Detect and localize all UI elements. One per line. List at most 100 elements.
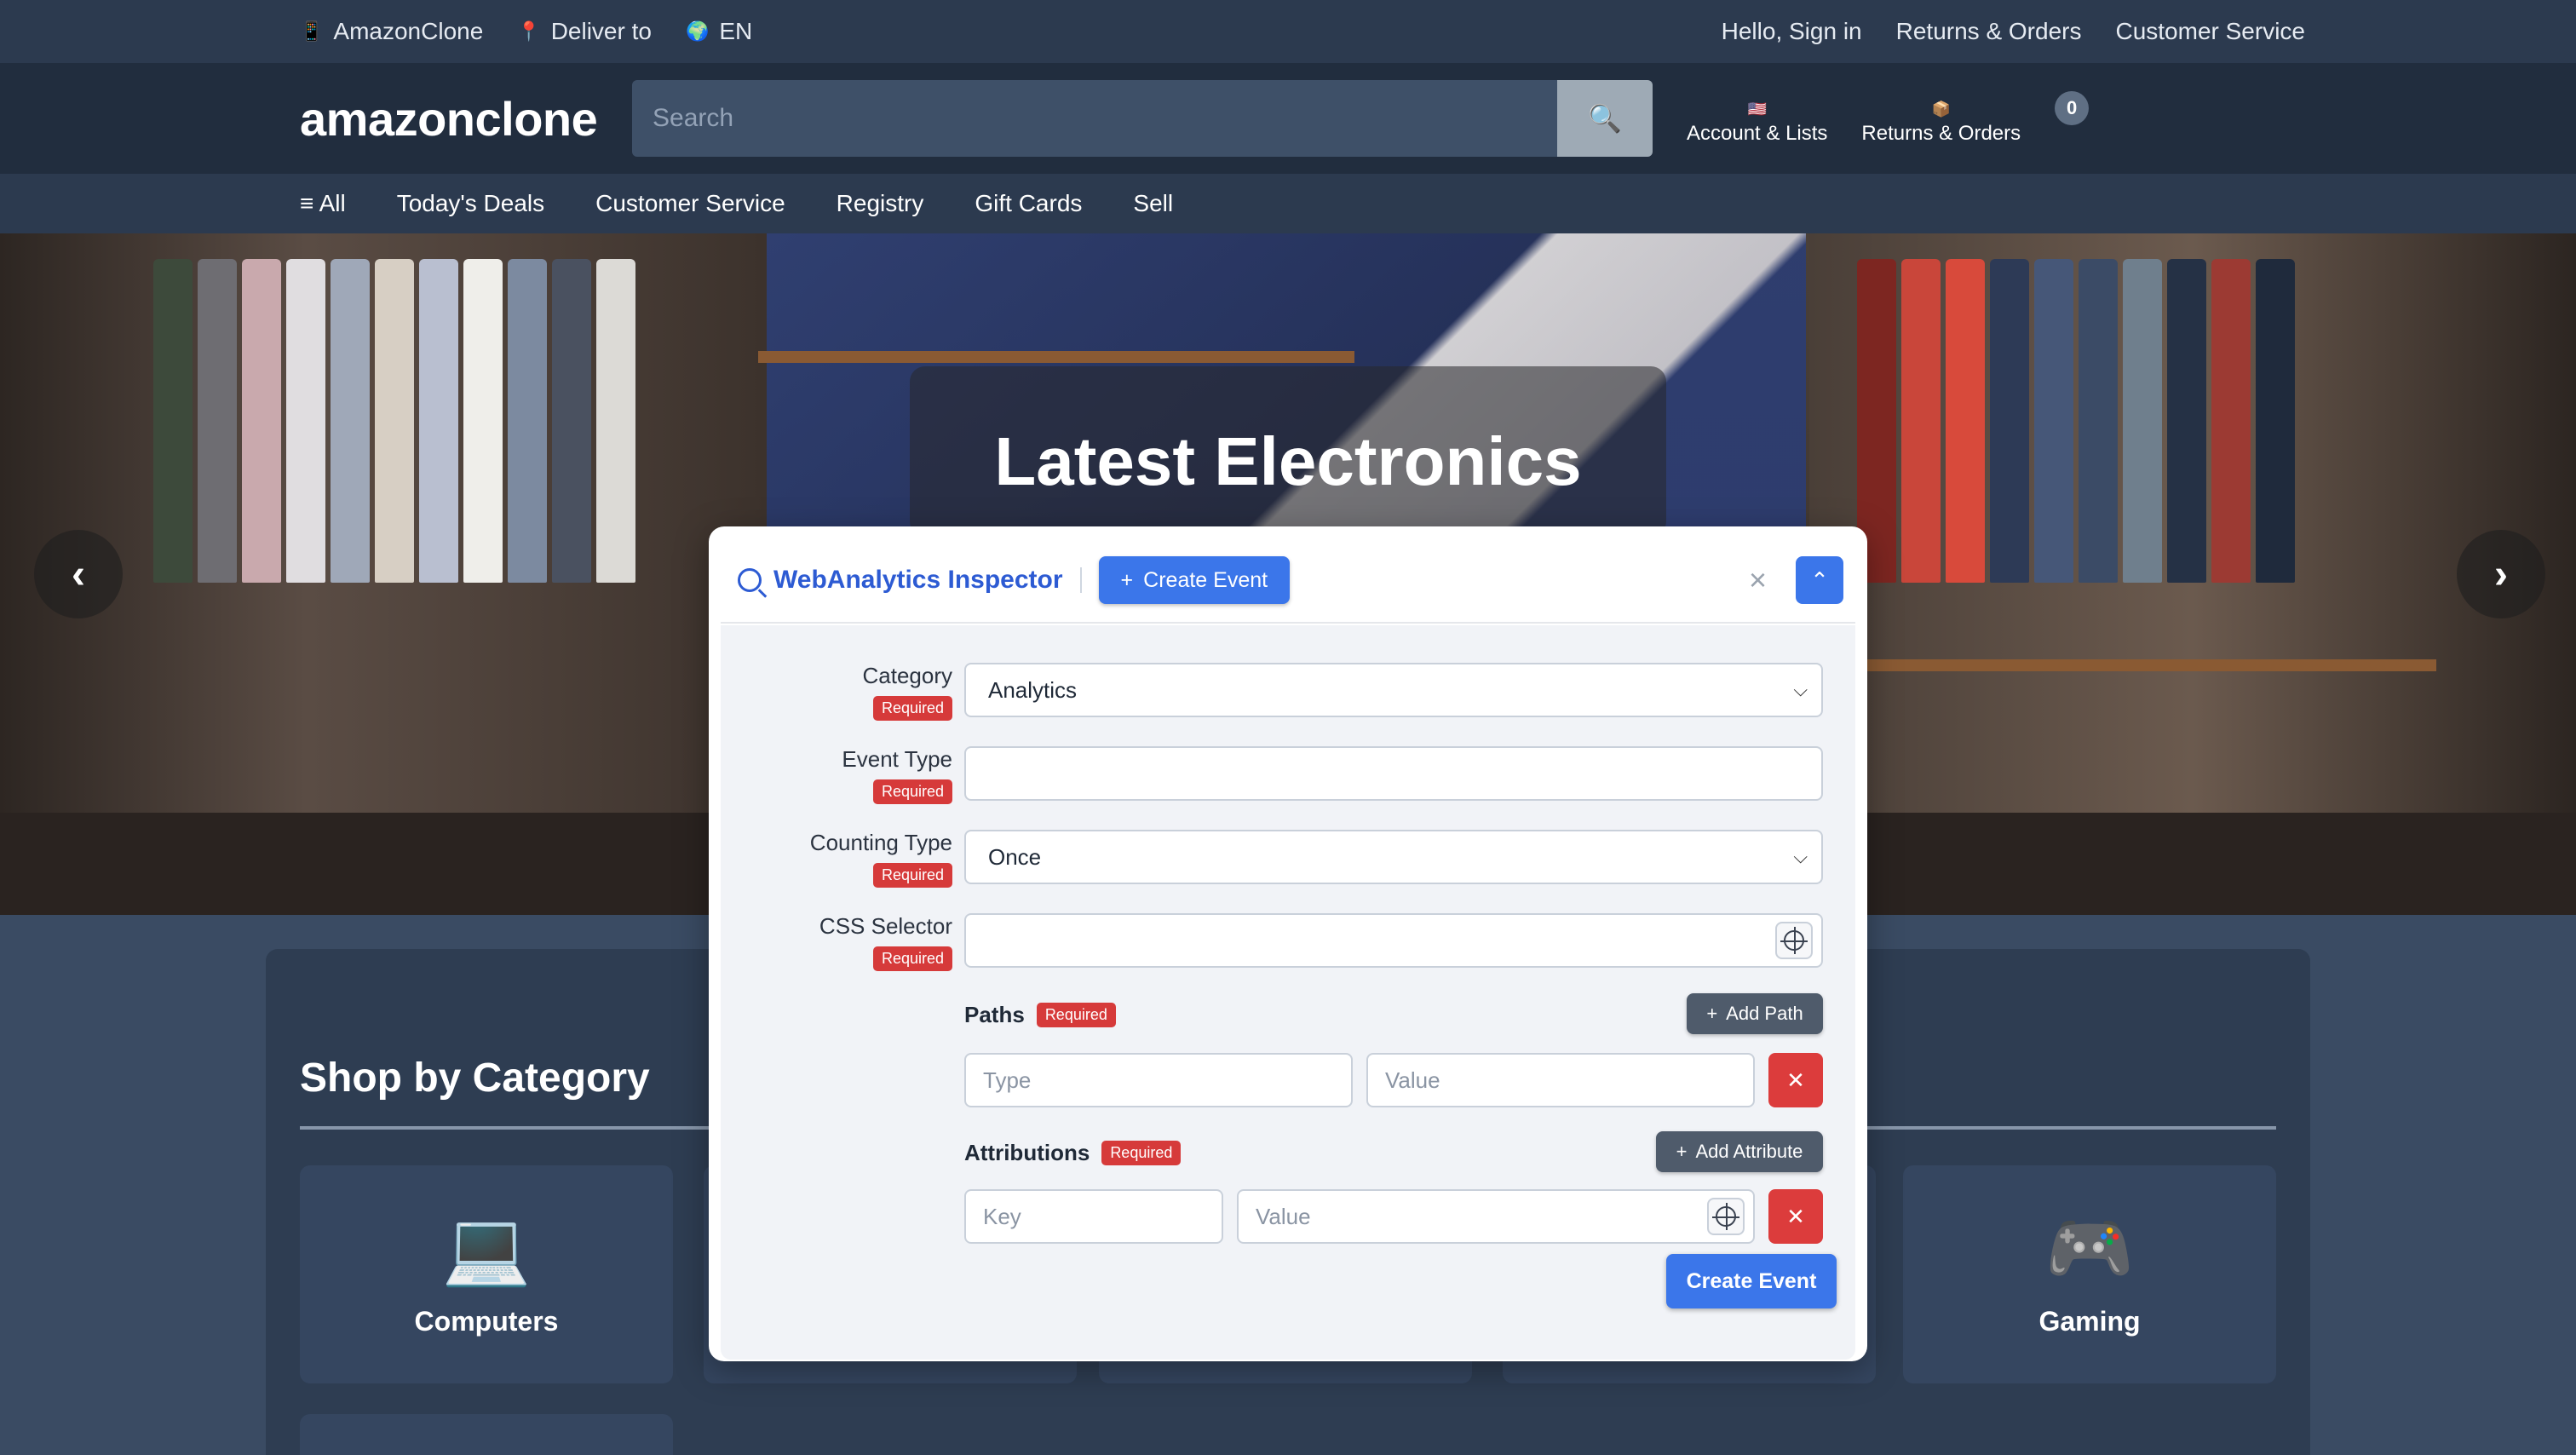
attribute-key-input[interactable]: Key — [964, 1189, 1223, 1244]
required-badge: Required — [1101, 1141, 1182, 1165]
crosshair-icon — [1780, 927, 1808, 954]
returns-orders-link[interactable]: Returns & Orders — [1896, 18, 2082, 45]
close-icon: ✕ — [1786, 1067, 1805, 1093]
header-create-event-button[interactable]: + Create Event — [1098, 556, 1291, 604]
remove-path-button[interactable]: ✕ — [1768, 1053, 1823, 1107]
hero-clothes-rack-right — [1857, 259, 2295, 583]
site-logo[interactable]: amazonclone — [300, 91, 632, 147]
cart-count-badge[interactable]: 0 — [2055, 91, 2090, 125]
nav-registry[interactable]: Registry — [837, 190, 924, 217]
attributions-section-title: Attributions Required — [964, 1140, 1182, 1166]
plus-icon: + — [1706, 1003, 1718, 1024]
nav-bar: ≡ All Today's Deals Customer Service Reg… — [0, 174, 2576, 233]
deliver-to-link[interactable]: 📍 Deliver to — [517, 18, 652, 45]
language-selector[interactable]: 🌍 EN — [686, 18, 752, 45]
nav-all-label: All — [319, 190, 346, 216]
search-bar: 🔍 — [632, 80, 1653, 157]
inspector-form: Category Required Analytics ⌵ Event Type… — [721, 625, 1855, 1360]
element-picker-button[interactable] — [1707, 1198, 1745, 1235]
category-field-label: Category — [862, 663, 953, 688]
account-lists-link[interactable]: 🇺🇸 Account & Lists — [1687, 101, 1827, 146]
counting-type-value: Once — [988, 843, 1042, 870]
crosshair-icon — [1712, 1203, 1739, 1230]
counting-type-label-group: Counting Type Required — [810, 830, 952, 888]
hero-shelf-top — [758, 351, 1354, 363]
search-input[interactable] — [632, 80, 1557, 157]
hero-shelf-right — [1789, 659, 2436, 671]
globe-icon: 🌍 — [685, 20, 710, 42]
site-brand-label: AmazonClone — [333, 18, 484, 44]
customer-service-link[interactable]: Customer Service — [2115, 18, 2305, 45]
create-event-submit-button[interactable]: Create Event — [1666, 1254, 1837, 1308]
add-path-label: Add Path — [1726, 1003, 1803, 1024]
category-card-gaming[interactable]: 🎮 Gaming — [1903, 1165, 2276, 1383]
category-label: Computers — [414, 1305, 559, 1337]
pin-icon: 📍 — [517, 20, 541, 42]
close-icon: ✕ — [1786, 1203, 1805, 1229]
counting-type-field-label: Counting Type — [809, 830, 952, 855]
category-select[interactable]: Analytics ⌵ — [964, 663, 1823, 717]
laptop-icon: 💻 — [441, 1207, 532, 1288]
carousel-prev-button[interactable]: ‹ — [34, 530, 123, 618]
add-attribute-label: Add Attribute — [1695, 1141, 1803, 1162]
chevron-down-icon: ⌵ — [1793, 846, 1808, 867]
main-header: amazonclone 🔍 🇺🇸 Account & Lists 📦 Retur… — [0, 63, 2576, 174]
inspector-brand: WebAnalytics Inspector — [738, 566, 1063, 595]
event-type-input[interactable] — [964, 746, 1823, 801]
event-type-label-group: Event Type Required — [842, 746, 952, 804]
attribute-value-input[interactable]: Value — [1237, 1189, 1755, 1244]
top-utility-left: 📱 AmazonClone 📍 Deliver to 🌍 EN — [300, 18, 752, 45]
category-heading: Shop by Category — [300, 1055, 650, 1101]
site-brand-link[interactable]: 📱 AmazonClone — [300, 18, 483, 45]
plus-icon: + — [1120, 567, 1134, 592]
add-path-button[interactable]: + Add Path — [1687, 993, 1823, 1034]
close-icon[interactable]: × — [1749, 565, 1767, 595]
nav-sell[interactable]: Sell — [1133, 190, 1173, 217]
top-utility-bar: 📱 AmazonClone 📍 Deliver to 🌍 EN Hello, S… — [0, 0, 2576, 63]
element-picker-button[interactable] — [1775, 922, 1813, 959]
required-badge: Required — [872, 696, 952, 721]
required-badge: Required — [1036, 1003, 1116, 1027]
hero-title: Latest Electronics — [994, 423, 1582, 499]
header-returns-link[interactable]: 📦 Returns & Orders — [1861, 101, 2021, 146]
plus-icon: + — [1676, 1141, 1688, 1162]
category-card[interactable] — [300, 1414, 673, 1455]
remove-attribute-button[interactable]: ✕ — [1768, 1189, 1823, 1244]
add-attribute-button[interactable]: + Add Attribute — [1656, 1131, 1823, 1172]
sign-in-link[interactable]: Hello, Sign in — [1722, 18, 1862, 45]
top-utility-right: Hello, Sign in Returns & Orders Customer… — [1722, 18, 2305, 45]
category-label-group: Category Required — [862, 663, 953, 721]
account-lists-label: Account & Lists — [1687, 122, 1828, 145]
counting-type-select[interactable]: Once ⌵ — [964, 830, 1823, 884]
create-event-label: Create Event — [1143, 567, 1268, 592]
css-selector-label-group: CSS Selector Required — [819, 913, 952, 971]
category-value: Analytics — [988, 676, 1078, 703]
inspector-title: WebAnalytics Inspector — [773, 566, 1063, 594]
css-selector-field-label: CSS Selector — [819, 913, 952, 939]
gamepad-icon: 🎮 — [2044, 1207, 2135, 1288]
carousel-next-button[interactable]: › — [2457, 530, 2545, 618]
event-type-field-label: Event Type — [842, 746, 952, 772]
collapse-button[interactable]: ⌃ — [1796, 556, 1843, 604]
path-type-input[interactable]: Type — [964, 1053, 1353, 1107]
nav-all[interactable]: ≡ All — [300, 190, 346, 217]
nav-todays-deals[interactable]: Today's Deals — [397, 190, 544, 217]
deliver-to-label: Deliver to — [550, 18, 652, 44]
phone-icon: 📱 — [300, 20, 324, 42]
language-label: EN — [719, 18, 753, 44]
package-icon: 📦 — [1931, 101, 1951, 118]
required-badge: Required — [872, 863, 952, 888]
attribute-value-placeholder: Value — [1256, 1203, 1311, 1229]
category-card-computers[interactable]: 💻 Computers — [300, 1165, 673, 1383]
category-label: Gaming — [2038, 1305, 2141, 1337]
magnifier-icon: 🔍 — [1588, 103, 1622, 134]
chevron-down-icon: ⌵ — [1793, 679, 1808, 700]
nav-gift-cards[interactable]: Gift Cards — [975, 190, 1082, 217]
css-selector-input[interactable] — [964, 913, 1823, 968]
header-divider — [1079, 567, 1082, 593]
nav-customer-service[interactable]: Customer Service — [595, 190, 785, 217]
path-value-input[interactable]: Value — [1366, 1053, 1755, 1107]
hero-clothes-rack-left — [153, 259, 635, 583]
required-badge: Required — [872, 946, 952, 971]
search-button[interactable]: 🔍 — [1557, 80, 1653, 157]
